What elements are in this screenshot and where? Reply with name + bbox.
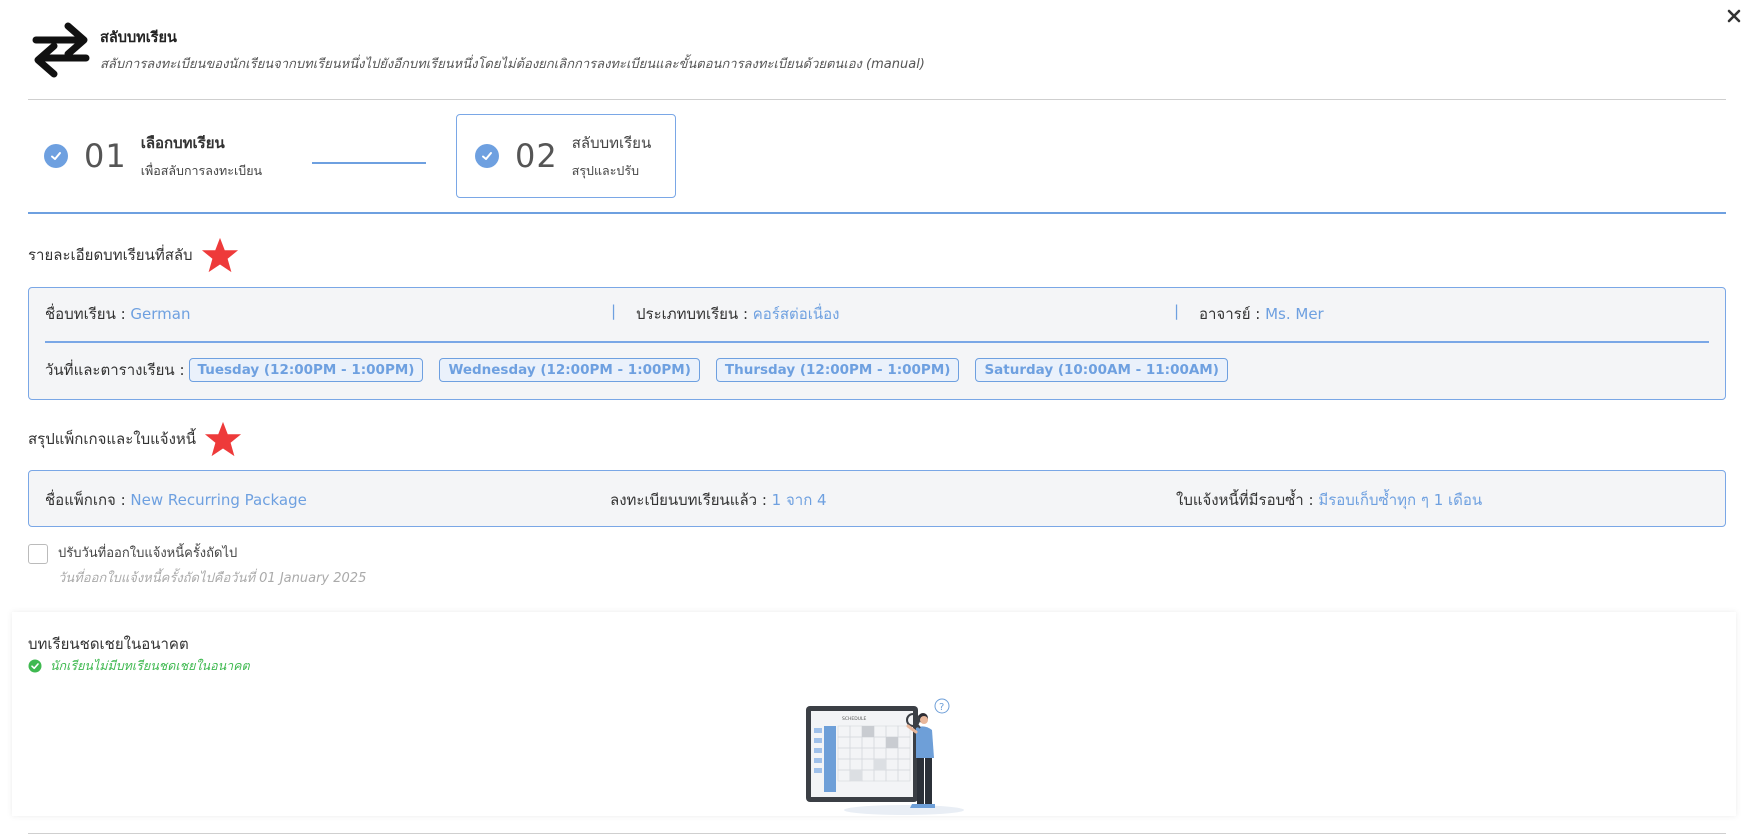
step-number: 01 [84,137,127,175]
enrolled-value: 1 จาก 4 [771,491,827,509]
schedule-chip: Tuesday (12:00PM - 1:00PM) [188,358,424,382]
adjust-invoice-row: ปรับวันที่ออกใบแจ้งหนี้ครั้งถัดไป วันที่… [28,542,366,588]
field-label: ประเภทบทเรียน : [636,305,753,323]
step-title: สลับบทเรียน [571,134,652,152]
section-title: รายละเอียดบทเรียนที่สลับ [28,246,193,264]
step-number: 02 [515,137,558,175]
step-connector [312,162,426,164]
lesson-name-value: German [130,305,191,323]
field-label: ชื่อแพ็กเกจ : [45,491,131,509]
step-check-icon [44,144,68,168]
empty-schedule-illustration: SCHEDULE ? [806,698,964,815]
footer-divider [28,833,1726,834]
separator: | [1174,302,1180,320]
package-heading: สรุปแพ็กเกจและใบแจ้งหนี้ [28,420,242,458]
field-label: อาจารย์ : [1199,305,1266,323]
teacher-field: อาจารย์ : Ms. Mer [1199,302,1324,326]
package-name-value: New Recurring Package [130,491,307,509]
teacher-value: Ms. Mer [1265,305,1324,323]
step-switch-lesson[interactable]: 02 สลับบทเรียน สรุปและปรับ [456,114,676,198]
future-lessons-title: บทเรียนชดเชยในอนาคต [28,635,189,653]
schedule-chip: Saturday (10:00AM - 11:00AM) [975,358,1228,382]
dialog-header: สลับบทเรียน สลับการลงทะเบียนของนักเรียนจ… [30,18,925,78]
field-label: ชื่อบทเรียน : [45,305,131,323]
adjust-invoice-label: ปรับวันที่ออกใบแจ้งหนี้ครั้งถัดไป [58,546,238,561]
swap-arrows-icon [32,22,90,78]
svg-text:?: ? [939,702,944,713]
dialog-title: สลับบทเรียน [100,30,177,46]
field-label: ใบแจ้งหนี้ที่มีรอบซ้ำ : [1176,491,1319,509]
schedule-chip: Thursday (12:00PM - 1:00PM) [715,358,960,382]
step-check-icon [475,144,499,168]
schedule-row: วันที่และตารางเรียน : Tuesday (12:00PM -… [45,358,1244,382]
field-label: ลงทะเบียนบทเรียนแล้ว : [610,491,772,509]
close-icon [1727,9,1741,23]
lesson-type-value: คอร์สต่อเนื่อง [752,305,840,323]
schedule-label: วันที่และตารางเรียน : [45,361,185,379]
schedule-chip: Wednesday (12:00PM - 1:00PM) [439,358,700,382]
step-title: เลือกบทเรียน [140,134,225,152]
close-button[interactable] [1724,6,1746,28]
step-subtitle: เพื่อสลับการลงทะเบียน [140,163,263,178]
illustration-screen-title: SCHEDULE [842,716,866,722]
stepper: 01 เลือกบทเรียน เพื่อสลับการลงทะเบียน 02… [28,114,688,200]
lesson-name-field: ชื่อบทเรียน : German [45,302,191,326]
separator: | [611,302,617,320]
details-divider [45,341,1709,343]
section-title: สรุปแพ็กเกจและใบแจ้งหนี้ [28,430,197,448]
future-lessons-status: นักเรียนไม่มีบทเรียนชดเชยในอนาคต [28,656,250,676]
step-select-lesson[interactable]: 01 เลือกบทเรียน เพื่อสลับการลงทะเบียน [44,114,262,198]
adjust-invoice-note: วันที่ออกใบแจ้งหนี้ครั้งถัดไปคือวันที่ 0… [58,571,367,586]
invoice-field: ใบแจ้งหนี้ที่มีรอบซ้ำ : มีรอบเก็บซ้ำทุก … [1176,488,1482,512]
star-icon [205,421,242,457]
package-name-field: ชื่อแพ็กเกจ : New Recurring Package [45,488,307,512]
step-subtitle: สรุปและปรับ [571,163,640,178]
status-text: นักเรียนไม่มีบทเรียนชดเชยในอนาคต [50,658,250,673]
future-lessons-card: บทเรียนชดเชยในอนาคต นักเรียนไม่มีบทเรียน… [12,612,1736,816]
enrolled-field: ลงทะเบียนบทเรียนแล้ว : 1 จาก 4 [610,488,827,512]
header-divider [28,99,1726,100]
lesson-details-heading: รายละเอียดบทเรียนที่สลับ [28,236,239,274]
stepper-divider [28,212,1726,214]
invoice-value: มีรอบเก็บซ้ำทุก ๆ 1 เดือน [1318,491,1483,509]
verified-check-icon [28,659,42,673]
lesson-type-field: ประเภทบทเรียน : คอร์สต่อเนื่อง [636,302,839,326]
package-summary-box: ชื่อแพ็กเกจ : New Recurring Package ลงทะ… [28,470,1726,527]
lesson-details-box: ชื่อบทเรียน : German | ประเภทบทเรียน : ค… [28,287,1726,400]
star-icon [201,237,238,273]
dialog-subtitle: สลับการลงทะเบียนของนักเรียนจากบทเรียนหนึ… [100,57,925,72]
adjust-invoice-checkbox[interactable] [28,544,48,564]
